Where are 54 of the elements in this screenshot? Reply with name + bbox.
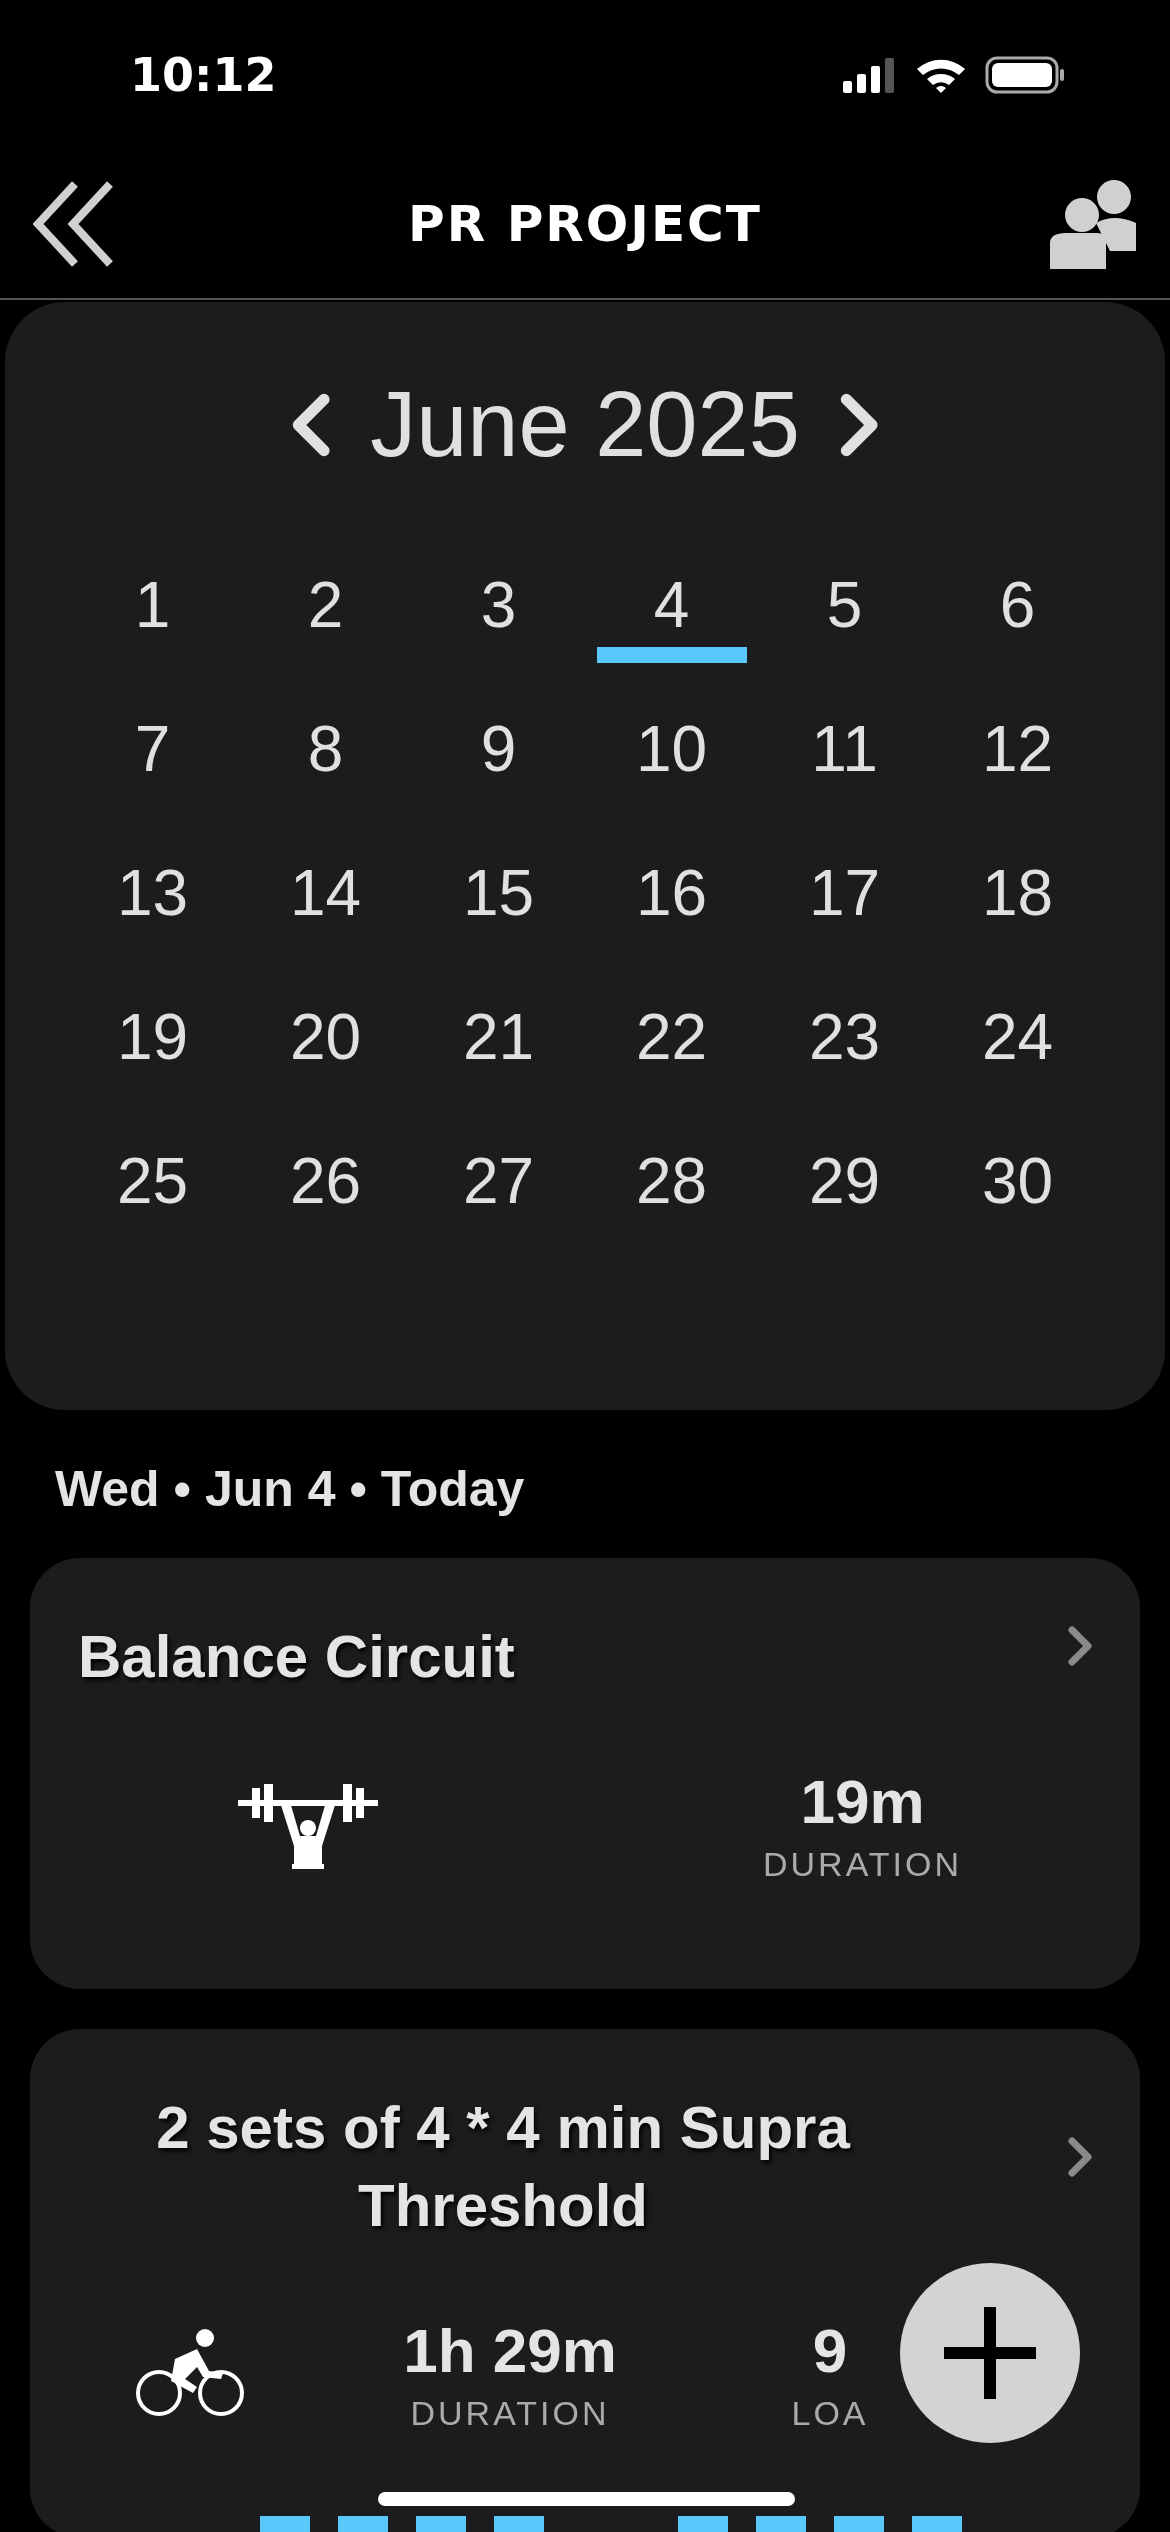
- screen-title: PR PROJECT: [408, 195, 762, 253]
- next-month-button[interactable]: [839, 392, 879, 457]
- month-title: June 2025: [370, 372, 800, 477]
- calendar-day[interactable]: 10: [596, 707, 747, 807]
- calendar-day[interactable]: 11: [769, 707, 920, 807]
- workout-card[interactable]: 2 sets of 4 * 4 min Supra Threshold 1h 29m DURATION 9 LOA: [30, 2029, 1140, 2532]
- calendar-day[interactable]: 17: [769, 851, 920, 951]
- calendar-day[interactable]: 14: [250, 851, 401, 951]
- cyclist-icon: [135, 2329, 245, 2419]
- calendar-day[interactable]: 5: [769, 563, 920, 663]
- calendar-day[interactable]: 6: [942, 563, 1093, 663]
- calendar-day[interactable]: 3: [423, 563, 574, 663]
- previous-month-button[interactable]: [291, 392, 331, 457]
- calendar-day[interactable]: 7: [77, 707, 228, 807]
- calendar-day[interactable]: 22: [596, 995, 747, 1095]
- calendar-day[interactable]: 12: [942, 707, 1093, 807]
- calendar-day[interactable]: 16: [596, 851, 747, 951]
- calendar-day[interactable]: 28: [596, 1139, 747, 1239]
- calendar-day[interactable]: 8: [250, 707, 401, 807]
- calendar-day[interactable]: 9: [423, 707, 574, 807]
- calendar-day[interactable]: 30: [942, 1139, 1093, 1239]
- status-time: 10:12: [130, 48, 277, 102]
- calendar-day[interactable]: 21: [423, 995, 574, 1095]
- calendar-day[interactable]: 13: [77, 851, 228, 951]
- workout-title: 2 sets of 4 * 4 min Supra Threshold: [155, 2093, 852, 2241]
- calendar-day[interactable]: 24: [942, 995, 1093, 1095]
- chevron-right-icon: [1068, 1626, 1092, 1666]
- calendar-day[interactable]: 29: [769, 1139, 920, 1239]
- stat-label: DURATION: [763, 1845, 962, 1884]
- chevron-left-icon: [291, 392, 331, 457]
- battery-icon: [985, 56, 1065, 94]
- calendar-day[interactable]: 20: [250, 995, 401, 1095]
- plus-icon: [944, 2307, 1036, 2399]
- calendar-day[interactable]: 18: [942, 851, 1093, 951]
- calendar-day[interactable]: 4: [596, 563, 747, 663]
- stat-label: LOA: [791, 2394, 869, 2433]
- workout-title: Balance Circuit: [78, 1622, 515, 1692]
- calendar-day[interactable]: 27: [423, 1139, 574, 1239]
- calendar-day[interactable]: 23: [769, 995, 920, 1095]
- calendar-day[interactable]: 1: [77, 563, 228, 663]
- chevron-right-icon: [1068, 2137, 1092, 2177]
- calendar-day[interactable]: 19: [77, 995, 228, 1095]
- calendar-day[interactable]: 25: [77, 1139, 228, 1239]
- stat-value: 19m: [800, 1766, 925, 1837]
- stat-value: 1h 29m: [403, 2315, 617, 2386]
- stat-value: 9: [812, 2315, 848, 2386]
- calendar-day[interactable]: 26: [250, 1139, 401, 1239]
- signal-icon: [843, 57, 897, 93]
- calendar-day[interactable]: 15: [423, 851, 574, 951]
- stat-label: DURATION: [410, 2394, 610, 2433]
- calendar-day[interactable]: 2: [250, 563, 401, 663]
- workout-card[interactable]: Balance Circuit 19m DURATION: [30, 1558, 1140, 1989]
- date-heading: Wed • Jun 4 • Today: [55, 1460, 526, 1518]
- chevron-right-icon: [839, 392, 879, 457]
